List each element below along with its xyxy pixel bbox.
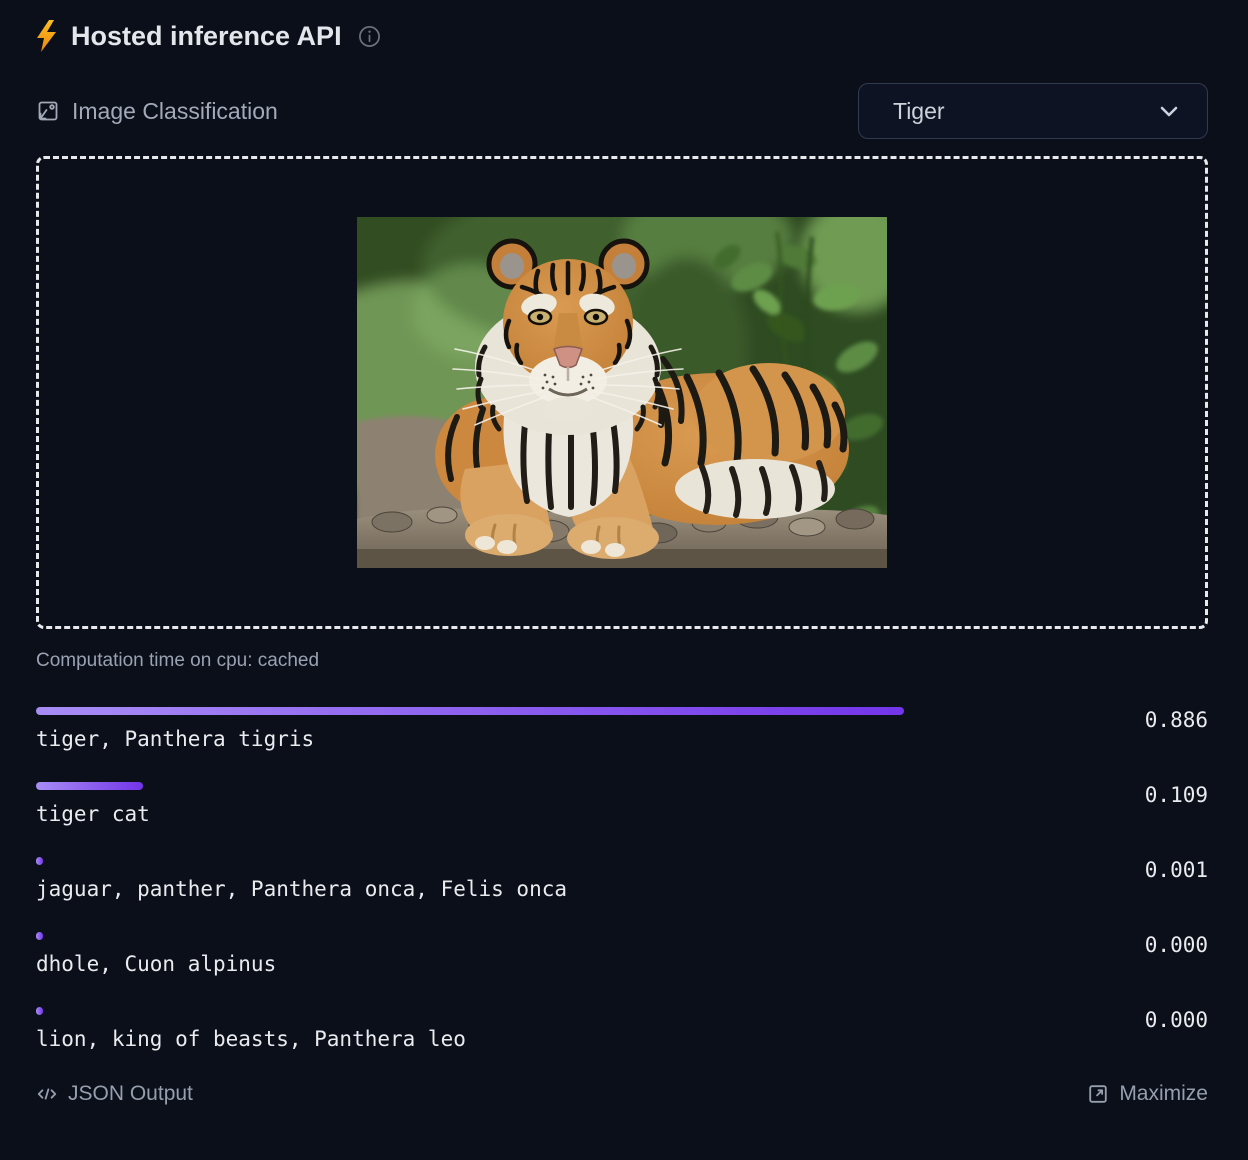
result-row: lion, king of beasts, Panthera leo 0.000 [36,1007,1208,1051]
image-classification-icon [36,99,60,123]
widget-footer: JSON Output Maximize [36,1082,1208,1106]
result-label: jaguar, panther, Panthera onca, Felis on… [36,877,1208,901]
result-score: 0.000 [1145,1008,1208,1032]
widget-header: Hosted inference API [36,20,1208,52]
result-label: tiger cat [36,802,1208,826]
image-dropzone[interactable] [36,156,1208,629]
page-title: Hosted inference API [71,21,342,52]
result-score: 0.109 [1145,783,1208,807]
score-bar [36,857,43,865]
result-row: tiger cat 0.109 [36,782,1208,826]
tiger-photo [357,217,887,568]
json-output-label: JSON Output [68,1082,193,1106]
result-score: 0.000 [1145,933,1208,957]
chevron-down-icon [1157,99,1181,123]
info-icon[interactable] [358,25,381,48]
lightning-icon [36,20,57,52]
result-label: tiger, Panthera tigris [36,727,1208,751]
score-bar [36,782,143,790]
result-score: 0.001 [1145,858,1208,882]
score-bar [36,932,43,940]
classification-results: tiger, Panthera tigris 0.886 tiger cat 0… [36,707,1208,1051]
computation-time: Computation time on cpu: cached [36,650,1208,672]
maximize-button[interactable]: Maximize [1087,1082,1208,1106]
score-bar-track [36,932,1016,940]
json-output-button[interactable]: JSON Output [36,1082,193,1106]
result-row: tiger, Panthera tigris 0.886 [36,707,1208,751]
result-score: 0.886 [1145,708,1208,732]
task-type: Image Classification [36,98,278,125]
result-row: jaguar, panther, Panthera onca, Felis on… [36,857,1208,901]
score-bar-track [36,707,1016,715]
maximize-label: Maximize [1119,1082,1208,1106]
result-label: dhole, Cuon alpinus [36,952,1208,976]
score-bar-track [36,782,1016,790]
score-bar [36,707,904,715]
score-bar-track [36,857,1016,865]
result-row: dhole, Cuon alpinus 0.000 [36,932,1208,976]
example-select-value: Tiger [893,98,945,125]
maximize-icon [1087,1083,1109,1105]
task-type-label: Image Classification [72,98,278,125]
score-bar [36,1007,43,1015]
result-label: lion, king of beasts, Panthera leo [36,1027,1208,1051]
task-row: Image Classification Tiger [36,83,1208,139]
score-bar-track [36,1007,1016,1015]
code-icon [36,1083,58,1105]
example-select[interactable]: Tiger [858,83,1208,139]
